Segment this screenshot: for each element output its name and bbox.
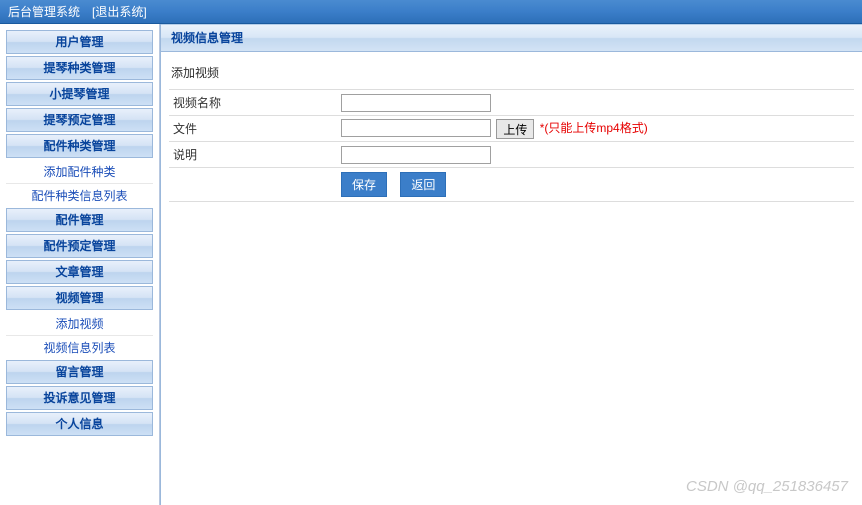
desc-label: 说明 xyxy=(169,142,337,168)
sidebar-item-user-mgmt[interactable]: 用户管理 xyxy=(6,30,153,54)
container: 用户管理 提琴种类管理 小提琴管理 提琴预定管理 配件种类管理 添加配件种类 配… xyxy=(0,24,862,505)
main-panel: 视频信息管理 添加视频 视频名称 文件 上传 *(只能上传mp4格式) xyxy=(160,24,862,505)
file-hint: *(只能上传mp4格式) xyxy=(540,121,648,135)
file-input[interactable] xyxy=(341,119,491,137)
sidebar-sub-video-list[interactable]: 视频信息列表 xyxy=(6,336,153,360)
sidebar-item-profile[interactable]: 个人信息 xyxy=(6,412,153,436)
sidebar-item-violin-reserve-mgmt[interactable]: 提琴预定管理 xyxy=(6,108,153,132)
desc-input[interactable] xyxy=(341,146,491,164)
sidebar-item-article-mgmt[interactable]: 文章管理 xyxy=(6,260,153,284)
section-title: 添加视频 xyxy=(169,64,854,81)
sidebar-item-video-mgmt[interactable]: 视频管理 xyxy=(6,286,153,310)
upload-button[interactable]: 上传 xyxy=(496,119,534,139)
sidebar-item-violin-type-mgmt[interactable]: 提琴种类管理 xyxy=(6,56,153,80)
sidebar-sub-add-parts-type[interactable]: 添加配件种类 xyxy=(6,160,153,184)
logout-link[interactable]: [退出系统] xyxy=(92,3,147,20)
panel-body: 添加视频 视频名称 文件 上传 *(只能上传mp4格式) xyxy=(161,52,862,505)
sidebar-sub-add-video[interactable]: 添加视频 xyxy=(6,312,153,336)
video-name-label: 视频名称 xyxy=(169,90,337,116)
app-title: 后台管理系统 xyxy=(8,3,80,20)
sidebar-item-parts-reserve-mgmt[interactable]: 配件预定管理 xyxy=(6,234,153,258)
video-name-input[interactable] xyxy=(341,94,491,112)
file-label: 文件 xyxy=(169,116,337,142)
app-header: 后台管理系统 [退出系统] xyxy=(0,0,862,24)
sidebar-item-violin-mgmt[interactable]: 小提琴管理 xyxy=(6,82,153,106)
sidebar: 用户管理 提琴种类管理 小提琴管理 提琴预定管理 配件种类管理 添加配件种类 配… xyxy=(0,24,160,505)
form-table: 视频名称 文件 上传 *(只能上传mp4格式) 说明 xyxy=(169,89,854,202)
sidebar-item-message-mgmt[interactable]: 留言管理 xyxy=(6,360,153,384)
sidebar-item-complaint-mgmt[interactable]: 投诉意见管理 xyxy=(6,386,153,410)
save-button[interactable]: 保存 xyxy=(341,172,387,197)
panel-title: 视频信息管理 xyxy=(161,24,862,52)
sidebar-sub-parts-type-list[interactable]: 配件种类信息列表 xyxy=(6,184,153,208)
sidebar-item-parts-type-mgmt[interactable]: 配件种类管理 xyxy=(6,134,153,158)
sidebar-item-parts-mgmt[interactable]: 配件管理 xyxy=(6,208,153,232)
back-button[interactable]: 返回 xyxy=(400,172,446,197)
